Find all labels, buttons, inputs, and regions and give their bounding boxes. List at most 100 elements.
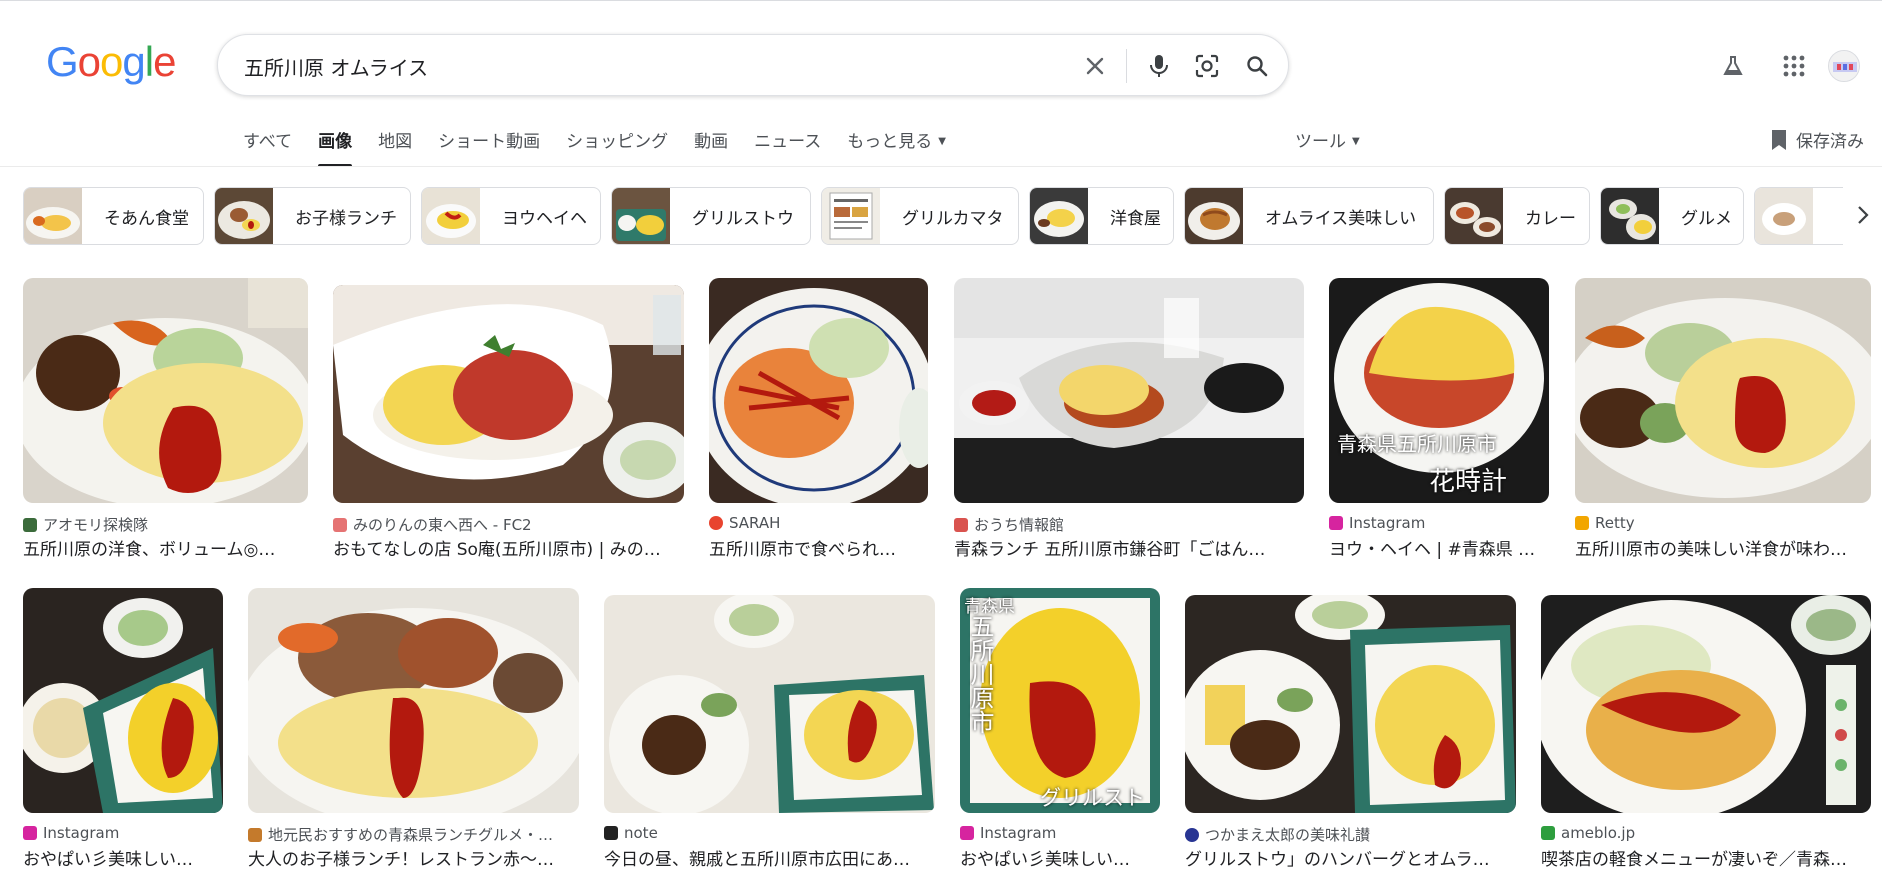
chip-thumbnail <box>422 188 480 244</box>
result-title[interactable]: 青森ランチ 五所川原市鎌谷町「ごはん… <box>954 535 1304 560</box>
site-favicon <box>954 517 968 532</box>
tab-videos[interactable]: 動画 <box>694 127 728 167</box>
site-favicon <box>1541 826 1555 840</box>
caret-down-icon: ▼ <box>938 136 946 147</box>
image-result[interactable]: note 今日の昼、親戚と五所川原市広田にあ… <box>604 588 935 872</box>
result-thumbnail <box>1575 278 1871 503</box>
result-title[interactable]: おもてなしの店 So庵(五所川原市) | みの… <box>333 535 684 560</box>
header-divider <box>0 166 1882 167</box>
result-source: Instagram <box>1329 514 1425 532</box>
image-result[interactable]: おうち情報館 青森ランチ 五所川原市鎌谷町「ごはん… <box>954 278 1304 568</box>
search-tabs: すべて 画像 地図 ショート動画 ショッピング 動画 ニュース もっと見る ▼ <box>243 127 972 167</box>
result-title[interactable]: グリルストウ」のハンバーグとオムラ… <box>1185 845 1516 870</box>
tab-images[interactable]: 画像 <box>318 127 353 167</box>
chip[interactable]: グリルストウ <box>611 187 811 245</box>
site-favicon <box>1185 827 1199 842</box>
result-thumbnail <box>333 285 684 503</box>
search-icon[interactable] <box>1240 49 1274 83</box>
account-avatar[interactable] <box>1828 50 1860 82</box>
labs-flask-icon[interactable] <box>1715 48 1751 84</box>
chip[interactable]: グルメ <box>1600 187 1744 245</box>
chip[interactable]: そあん食堂 <box>23 187 204 245</box>
top-border <box>0 0 1882 1</box>
chip-thumbnail <box>1185 188 1243 244</box>
tab-news[interactable]: ニュース <box>754 127 821 167</box>
image-result[interactable]: アオモリ探検隊 五所川原の洋食、ボリューム◎… <box>23 278 308 568</box>
search-input[interactable]: 五所川原 オムライス <box>244 52 428 81</box>
result-title[interactable]: 五所川原市で食べられ… <box>709 535 928 560</box>
instagram-icon <box>1329 516 1343 530</box>
result-source: つかまえ太郎の美味礼讃 <box>1185 824 1370 845</box>
tools-button[interactable]: ツール ▼ <box>1295 127 1360 152</box>
result-thumbnail <box>604 595 935 813</box>
chip[interactable]: ヨウヘイヘ <box>421 187 601 245</box>
related-chips: そあん食堂 お子様ランチ ヨウヘイヘ グリルストウ グリルカマタ 洋食屋 オムラ… <box>23 187 1843 247</box>
chip-thumbnail <box>1601 188 1659 244</box>
saved-button[interactable]: 保存済み <box>1770 127 1864 152</box>
tab-maps[interactable]: 地図 <box>378 127 412 167</box>
image-overlay-text: 花時計 <box>1429 467 1508 497</box>
tab-more[interactable]: もっと見る ▼ <box>847 127 946 167</box>
chip[interactable]: 洋食屋 <box>1029 187 1174 245</box>
image-overlay-text: 五所川原市 <box>966 614 994 734</box>
chevron-right-icon[interactable] <box>1848 200 1878 230</box>
chip[interactable] <box>1754 187 1843 245</box>
tab-short-videos[interactable]: ショート動画 <box>438 127 540 167</box>
chip-thumbnail <box>1030 188 1088 244</box>
tab-shopping[interactable]: ショッピング <box>566 127 668 167</box>
result-source: ameblo.jp <box>1541 824 1635 842</box>
result-source: アオモリ探検隊 <box>23 514 148 535</box>
result-title[interactable]: ヨウ・ヘイヘ | #青森県 … <box>1329 535 1549 560</box>
apps-grid-icon[interactable] <box>1776 48 1812 84</box>
result-title[interactable]: 五所川原の洋食、ボリューム◎… <box>23 535 308 560</box>
result-thumbnail <box>709 278 928 503</box>
result-source: Instagram <box>960 824 1056 842</box>
search-box[interactable]: 五所川原 オムライス <box>217 34 1289 96</box>
clear-icon[interactable] <box>1078 49 1112 83</box>
chip-thumbnail <box>215 188 273 244</box>
result-thumbnail: 青森県 五所川原市 グリルスト <box>960 588 1160 813</box>
google-logo[interactable]: Google <box>46 38 176 85</box>
image-result[interactable]: 青森県 五所川原市 グリルスト Instagram おやぱい彡美味しい… <box>960 588 1160 872</box>
chip[interactable]: お子様ランチ <box>214 187 411 245</box>
instagram-icon <box>960 826 974 840</box>
result-title[interactable]: 喫茶店の軽食メニューが凄いぞ／青森… <box>1541 845 1871 870</box>
result-title[interactable]: おやぱい彡美味しい… <box>23 845 223 870</box>
result-thumbnail <box>248 588 579 813</box>
result-title[interactable]: 大人のお子様ランチ！レストラン赤〜… <box>248 845 579 870</box>
tab-all[interactable]: すべて <box>243 127 292 167</box>
image-result[interactable]: Retty 五所川原市の美味しい洋食が味わ… <box>1575 278 1871 568</box>
result-thumbnail <box>23 588 223 813</box>
chip-thumbnail <box>24 188 82 244</box>
site-favicon <box>333 517 347 532</box>
chip[interactable]: オムライス美味しい <box>1184 187 1434 245</box>
image-result[interactable]: 青森県五所川原市 花時計 Instagram ヨウ・ヘイヘ | #青森県 … <box>1329 278 1549 568</box>
result-title[interactable]: 今日の昼、親戚と五所川原市広田にあ… <box>604 845 935 870</box>
result-thumbnail <box>23 278 308 503</box>
chip-thumbnail <box>822 188 880 244</box>
chip-thumbnail <box>612 188 670 244</box>
chip[interactable]: カレー <box>1444 187 1590 245</box>
search-divider <box>1126 49 1127 83</box>
microphone-icon[interactable] <box>1142 49 1176 83</box>
site-favicon <box>1575 516 1589 530</box>
chip[interactable]: グリルカマタ <box>821 187 1019 245</box>
image-result[interactable]: みのりんの東へ西へ - FC2 おもてなしの店 So庵(五所川原市) | みの… <box>333 278 684 568</box>
camera-lens-icon[interactable] <box>1190 49 1224 83</box>
image-result[interactable]: Instagram おやぱい彡美味しい… <box>23 588 223 872</box>
result-thumbnail <box>1541 595 1871 813</box>
instagram-icon <box>23 826 37 840</box>
result-title[interactable]: 五所川原市の美味しい洋食が味わ… <box>1575 535 1871 560</box>
site-favicon <box>248 827 262 842</box>
result-source: Instagram <box>23 824 119 842</box>
result-source: みのりんの東へ西へ - FC2 <box>333 514 532 535</box>
image-result[interactable]: つかまえ太郎の美味礼讃 グリルストウ」のハンバーグとオムラ… <box>1185 588 1516 872</box>
image-result[interactable]: SARAH 五所川原市で食べられ… <box>709 278 928 568</box>
result-source: 地元民おすすめの青森県ランチグルメ・… <box>248 824 553 845</box>
result-thumbnail: 青森県五所川原市 花時計 <box>1329 278 1549 503</box>
result-title[interactable]: おやぱい彡美味しい… <box>960 845 1160 870</box>
site-favicon <box>23 517 37 532</box>
image-result[interactable]: ameblo.jp 喫茶店の軽食メニューが凄いぞ／青森… <box>1541 588 1871 872</box>
result-thumbnail <box>1185 595 1516 813</box>
image-result[interactable]: 地元民おすすめの青森県ランチグルメ・… 大人のお子様ランチ！レストラン赤〜… <box>248 588 579 872</box>
